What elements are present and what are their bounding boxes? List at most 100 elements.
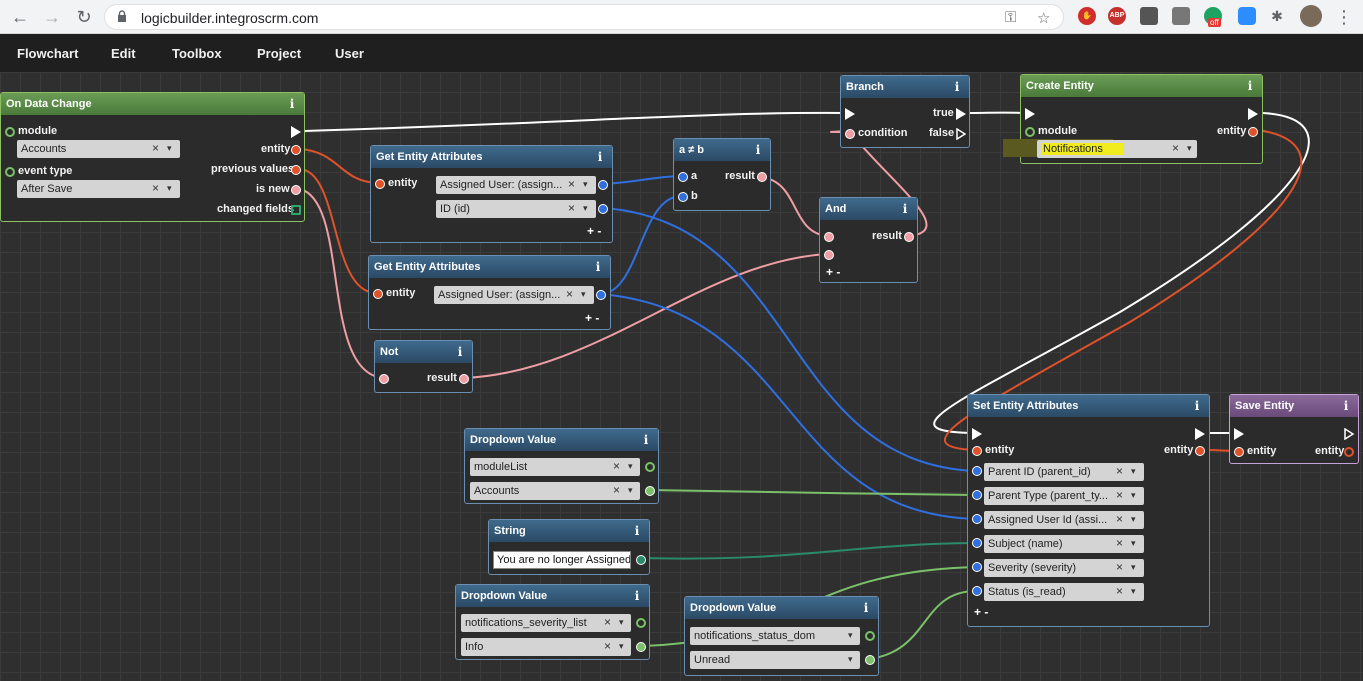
info-icon[interactable]: i (900, 202, 910, 216)
add-remove-controls[interactable]: + - (585, 311, 599, 325)
info-icon[interactable]: i (952, 80, 962, 94)
port-entity-out[interactable] (1195, 446, 1205, 456)
menu-edit[interactable]: Edit (111, 46, 136, 61)
url-text[interactable]: logicbuilder.integroscrm.com (141, 10, 318, 26)
field-select-1[interactable]: Assigned User: (assign... × ▾ (436, 176, 596, 194)
clear-icon[interactable]: × (1116, 536, 1123, 550)
node-title[interactable]: Get Entity Attributes (371, 146, 612, 168)
clear-icon[interactable]: × (566, 287, 573, 301)
node-title[interactable]: Set Entity Attributes (968, 395, 1209, 417)
node-dropdown-value-2[interactable]: Dropdown Value i notifications_severity_… (455, 584, 650, 660)
port-condition-in[interactable] (845, 129, 855, 139)
node-not-equal[interactable]: a ≠ b i a b result (673, 138, 771, 211)
port-entity-out[interactable] (291, 145, 301, 155)
info-icon[interactable]: i (455, 345, 465, 359)
add-remove-controls[interactable]: + - (826, 265, 840, 279)
exec-out-arrow[interactable] (1248, 108, 1258, 120)
node-get-entity-attributes-1[interactable]: Get Entity Attributes i entity Assigned … (370, 145, 613, 243)
chevron-down-icon[interactable]: ▾ (619, 617, 624, 628)
port-list-out[interactable] (865, 631, 875, 641)
chevron-down-icon[interactable]: ▾ (1131, 538, 1136, 549)
port-result-out[interactable] (904, 232, 914, 242)
exec-out-arrow[interactable] (1195, 428, 1205, 440)
info-icon[interactable]: i (641, 433, 651, 447)
port-out-2[interactable] (598, 204, 608, 214)
module-select[interactable]: Accounts × ▾ (17, 140, 180, 158)
kebab-menu-icon[interactable]: ⋮ (1332, 5, 1356, 29)
clear-icon[interactable]: × (568, 177, 575, 191)
module-select[interactable]: Notifications × ▾ (1037, 140, 1197, 158)
chevron-down-icon[interactable]: ▾ (1131, 514, 1136, 525)
port-entity-in[interactable] (373, 289, 383, 299)
flowchart-canvas[interactable]: On Data Change i module Accounts × ▾ eve… (0, 72, 1363, 681)
node-and[interactable]: And i result + - (819, 197, 918, 283)
node-title[interactable]: On Data Change (1, 93, 304, 115)
port-entity-in[interactable] (1234, 447, 1244, 457)
port-field-1[interactable] (972, 466, 982, 476)
clear-icon[interactable]: × (604, 615, 611, 629)
menu-user[interactable]: User (335, 46, 364, 61)
node-title[interactable]: String (489, 520, 649, 542)
zoom-icon[interactable] (1238, 7, 1256, 25)
port-field-3[interactable] (972, 514, 982, 524)
node-branch[interactable]: Branch i true condition false (840, 75, 970, 148)
node-title[interactable]: Dropdown Value (456, 585, 649, 607)
clear-icon[interactable]: × (152, 181, 159, 195)
chevron-down-icon[interactable]: ▾ (583, 179, 588, 190)
chevron-down-icon[interactable]: ▾ (848, 654, 853, 665)
clear-icon[interactable]: × (1116, 560, 1123, 574)
exec-in-arrow[interactable] (1025, 108, 1035, 120)
field-select-1[interactable]: Parent ID (parent_id) × ▾ (984, 463, 1144, 481)
clear-icon[interactable]: × (1116, 464, 1123, 478)
clear-icon[interactable]: × (613, 483, 620, 497)
node-title[interactable]: Dropdown Value (685, 597, 878, 619)
port-out-1[interactable] (596, 290, 606, 300)
field-select-6[interactable]: Status (is_read) × ▾ (984, 583, 1144, 601)
puzzle-icon[interactable]: ✱ (1268, 7, 1286, 25)
port-in-1[interactable] (824, 232, 834, 242)
node-title[interactable]: Branch (841, 76, 969, 98)
ext-icon[interactable] (1140, 7, 1158, 25)
exec-false-arrow[interactable] (956, 128, 966, 140)
port-field-6[interactable] (972, 586, 982, 596)
info-icon[interactable]: i (753, 143, 763, 157)
port-list-out[interactable] (636, 618, 646, 628)
chevron-down-icon[interactable]: ▾ (1131, 466, 1136, 477)
event-type-select[interactable]: After Save × ▾ (17, 180, 180, 198)
address-bar[interactable]: logicbuilder.integroscrm.com ⚿ ☆ (104, 4, 1064, 30)
node-dropdown-value-3[interactable]: Dropdown Value i notifications_status_do… (684, 596, 879, 676)
port-entity-out[interactable] (1248, 127, 1258, 137)
exec-out-arrow[interactable] (291, 126, 301, 138)
port-in[interactable] (379, 374, 389, 384)
info-icon[interactable]: i (1341, 399, 1351, 413)
port-value-out[interactable] (636, 642, 646, 652)
field-select-2[interactable]: ID (id) × ▾ (436, 200, 596, 218)
clear-icon[interactable]: × (152, 141, 159, 155)
chevron-down-icon[interactable]: ▾ (1187, 143, 1192, 154)
node-on-data-change[interactable]: On Data Change i module Accounts × ▾ eve… (0, 92, 305, 222)
port-field-4[interactable] (972, 538, 982, 548)
field-select-4[interactable]: Subject (name) × ▾ (984, 535, 1144, 553)
field-select-2[interactable]: Parent Type (parent_ty... × ▾ (984, 487, 1144, 505)
port-module-in[interactable] (1025, 127, 1035, 137)
exec-in-arrow[interactable] (845, 108, 855, 120)
port-a-in[interactable] (678, 172, 688, 182)
clear-icon[interactable]: × (1172, 141, 1179, 155)
key-icon[interactable]: ⚿ (1005, 9, 1016, 26)
list-select[interactable]: notifications_severity_list × ▾ (461, 614, 631, 632)
chevron-down-icon[interactable]: ▾ (1131, 490, 1136, 501)
clear-icon[interactable]: × (613, 459, 620, 473)
node-title[interactable]: Get Entity Attributes (369, 256, 610, 278)
node-title[interactable]: Dropdown Value (465, 429, 658, 451)
info-icon[interactable]: i (1245, 79, 1255, 93)
info-icon[interactable]: i (595, 150, 605, 164)
port-module-in[interactable] (5, 127, 15, 137)
port-field-2[interactable] (972, 490, 982, 500)
clear-icon[interactable]: × (1116, 512, 1123, 526)
port-string-out[interactable] (636, 555, 646, 565)
exec-true-arrow[interactable] (956, 108, 966, 120)
port-field-5[interactable] (972, 562, 982, 572)
avatar[interactable] (1300, 5, 1322, 27)
port-value-out[interactable] (645, 486, 655, 496)
field-select-1[interactable]: Assigned User: (assign... × ▾ (434, 286, 594, 304)
